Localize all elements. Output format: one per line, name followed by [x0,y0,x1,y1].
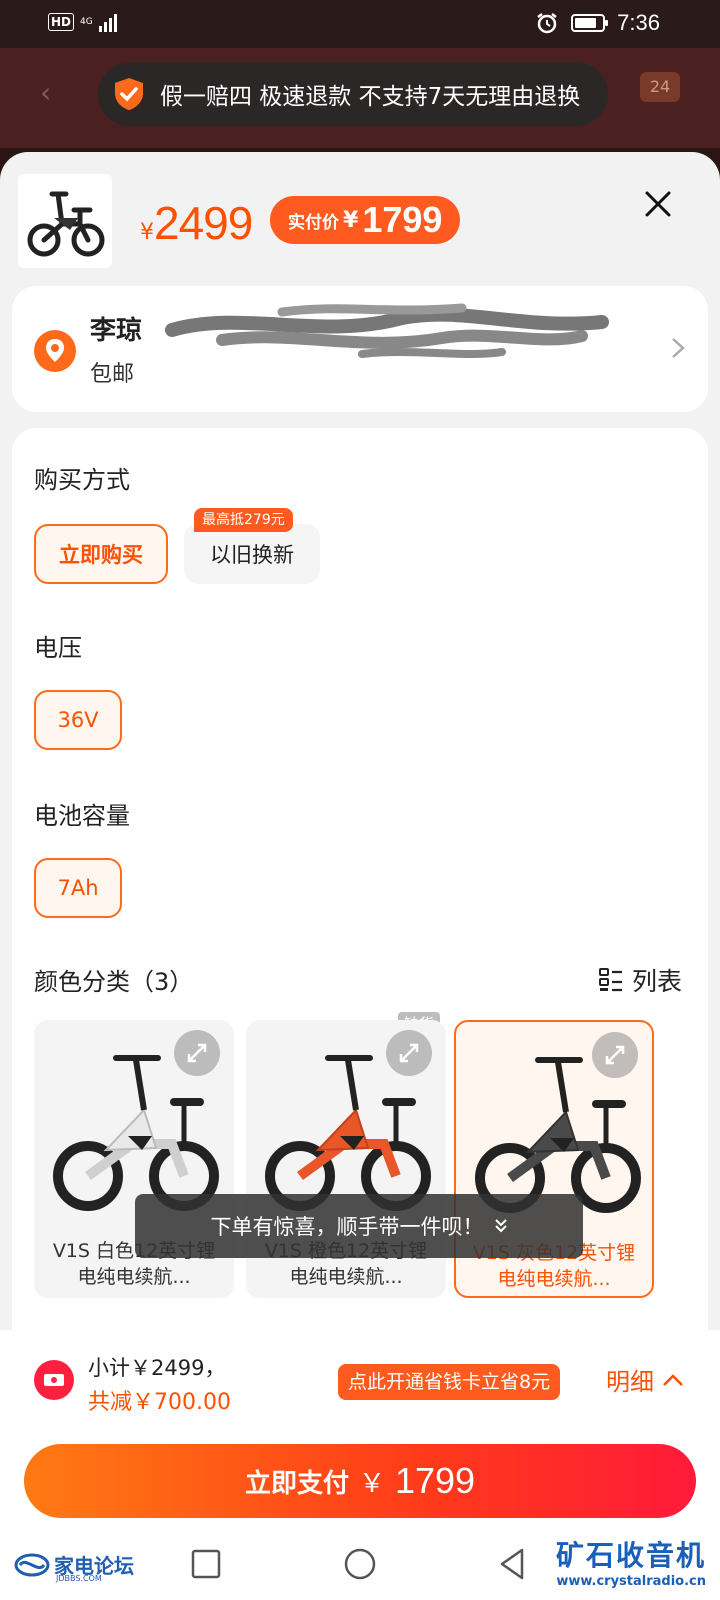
purchase-method-title: 购买方式 [34,466,130,494]
double-chevron-down-icon [494,1219,507,1233]
system-nav-bar: 家电论坛 JDBBS.COM 矿石收音机 www.crystalradio.cn [0,1530,720,1600]
recents-button[interactable] [186,1544,226,1584]
shield-check-icon [115,78,143,110]
option-voltage-36v[interactable]: 36V [34,690,122,750]
guarantee-toast: 假一赔四 极速退款 不支持7天无理由退换 [98,62,609,126]
home-button[interactable] [340,1544,380,1584]
hint-text: 下单有惊喜，顺手带一件呗！ [210,1215,484,1239]
sku-sheet: ¥ 2499 实付价 ¥ 1799 李琼 包邮 购买方式 立即购买 以旧换新 最… [0,152,720,1600]
expand-icon[interactable] [386,1030,432,1076]
checkout-bar: 小计￥2499， 共减￥700.00 点此开通省钱卡立省8元 明细 立即支付 ￥… [0,1330,720,1530]
status-bar: HD 4G 7:36 [0,0,720,48]
back-arrow-icon: ‹ [40,76,52,109]
pay-now-button[interactable]: 立即支付 ￥ 1799 [24,1444,696,1518]
coupon-icon [34,1360,74,1400]
subtotal: 小计￥2499， [88,1356,226,1380]
option-trade-in[interactable]: 以旧换新 [184,524,320,584]
redacted-address [165,303,609,358]
list-view-toggle[interactable]: 列表 [598,962,682,998]
address-card[interactable]: 李琼 包邮 [12,286,708,412]
guarantee-text: 假一赔四 极速退款 不支持7天无理由退换 [160,84,581,110]
product-thumbnail[interactable] [18,174,112,268]
signal-icon [98,12,117,32]
expand-icon[interactable] [174,1030,220,1076]
trade-in-tag: 最高抵279元 [194,508,293,532]
back-button[interactable] [492,1544,532,1584]
voltage-title: 电压 [34,634,82,662]
save-card-promo[interactable]: 点此开通省钱卡立省8元 [338,1364,561,1400]
detail-label: 明细 [606,1368,654,1396]
detail-toggle[interactable]: 明细 [606,1362,684,1397]
clock: 7:36 [617,10,660,35]
location-pin-icon [34,330,76,372]
color-title: 颜色分类（3） [34,968,194,996]
product-header: ¥ 2499 实付价 ¥ 1799 [0,152,720,280]
battery-title: 电池容量 [34,802,130,830]
total-discount: 共减￥700.00 [88,1390,231,1415]
watermark-right: 矿石收音机 www.crystalradio.cn [555,1539,706,1589]
option-buy-now[interactable]: 立即购买 [34,524,168,584]
battery-icon [571,14,609,32]
chevron-right-icon [672,338,685,358]
hint-toast[interactable]: 下单有惊喜，顺手带一件呗！ [135,1194,583,1258]
background-badge: 24 [640,72,680,102]
actual-price-pill: 实付价 ¥ 1799 [270,196,461,244]
expand-icon[interactable] [592,1032,638,1078]
list-price: ¥ 2499 [140,197,253,249]
list-icon [598,968,622,992]
list-label: 列表 [631,967,682,996]
shipping-info: 包邮 [90,362,135,387]
hd-indicator: HD [48,13,75,31]
chevron-up-icon [663,1373,683,1386]
alarm-icon [537,13,557,34]
recipient-name: 李琼 [90,316,143,346]
jdbbs-logo-icon [14,1553,50,1576]
watermark-left: 家电论坛 JDBBS.COM [14,1550,134,1583]
network-type: 4G [80,17,93,27]
option-battery-7ah[interactable]: 7Ah [34,858,122,918]
close-icon[interactable] [640,186,676,222]
